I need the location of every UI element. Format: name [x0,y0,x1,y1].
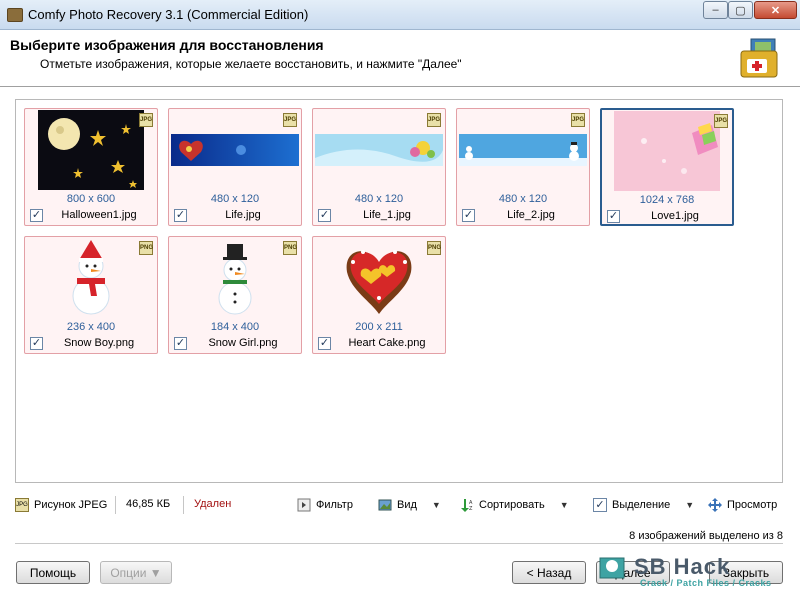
image-dimensions: 236 x 400 [66,321,116,333]
image-dimensions: 1024 x 768 [639,194,695,206]
sort-button[interactable]: AZ Сортировать ▼ [460,498,569,512]
selection-button[interactable]: ✓ Выделение ▼ [593,498,694,512]
image-tile[interactable]: PNG 200 x 211 ✓ Heart Cake.png [312,236,446,354]
format-badge-icon: JPG [139,113,153,127]
selection-label: Выделение [612,499,671,511]
svg-text:Z: Z [469,506,473,512]
format-badge-icon: JPG [283,113,297,127]
image-thumbnail[interactable] [602,110,732,192]
maximize-button[interactable]: ▢ [728,1,753,19]
image-gallery[interactable]: JPG 800 x 600 ✓ Halloween1.jpg JPG 480 x 120 ✓… [15,99,783,483]
sort-dropdown-arrow-icon[interactable]: ▼ [560,500,569,510]
image-checkbox[interactable]: ✓ [462,209,475,222]
image-filename: Snow Girl.png [208,337,278,349]
format-badge-icon: JPG [427,113,441,127]
image-tile[interactable]: JPG 800 x 600 ✓ Halloween1.jpg [24,108,158,226]
filter-button[interactable]: Фильтр [297,498,353,512]
image-thumbnail[interactable] [313,109,445,191]
image-thumbnail[interactable] [169,237,301,319]
image-dimensions: 800 x 600 [66,193,116,205]
image-filename: Snow Boy.png [63,337,135,349]
view-label: Вид [397,499,417,511]
image-thumbnail[interactable] [25,109,157,191]
filter-icon [297,498,311,512]
image-checkbox[interactable]: ✓ [607,210,620,223]
image-filename: Life.jpg [225,209,261,221]
image-tile[interactable]: JPG 480 x 120 ✓ Life_1.jpg [312,108,446,226]
image-tile[interactable]: JPG 480 x 120 ✓ Life_2.jpg [456,108,590,226]
image-filename: Life_1.jpg [363,209,411,221]
image-tile[interactable]: PNG 236 x 400 ✓ Snow Boy.png [24,236,158,354]
image-checkbox[interactable]: ✓ [318,209,331,222]
image-thumbnail[interactable] [25,237,157,319]
image-filename: Heart Cake.png [348,337,426,349]
file-state-info: Удален [194,498,231,510]
image-dimensions: 184 x 400 [210,321,260,333]
sort-label: Сортировать [479,499,545,511]
view-dropdown-arrow-icon[interactable]: ▼ [432,500,441,510]
selection-dropdown-arrow-icon[interactable]: ▼ [685,500,694,510]
format-badge-icon: PNG [139,241,153,255]
image-filename: Life_2.jpg [507,209,555,221]
image-checkbox[interactable]: ✓ [318,337,331,350]
view-button[interactable]: Вид ▼ [378,498,441,512]
image-dimensions: 480 x 120 [210,193,260,205]
watermark-logo-icon [599,557,625,579]
sort-icon: AZ [461,499,473,512]
window-title: Comfy Photo Recovery 3.1 (Commercial Edi… [28,7,309,22]
selected-count: 8 изображений выделено из 8 [629,530,783,542]
file-type-label: Рисунок JPEG [34,499,108,511]
image-thumbnail[interactable] [169,109,301,191]
image-tile[interactable]: PNG 184 x 400 ✓ Snow Girl.png [168,236,302,354]
file-state-value: Удален [194,498,232,510]
watermark-text: SB Hack [634,554,731,579]
image-checkbox[interactable]: ✓ [30,337,43,350]
help-button[interactable]: Помощь [16,561,90,584]
file-type-info: JPG Рисунок JPEG [15,498,107,512]
file-size-value: 46,85 КБ [126,498,171,510]
watermark-subtext: Crack / Patch Files / Cracks [640,578,772,588]
options-button[interactable]: Опции ▼ [100,561,172,584]
app-icon [7,8,23,22]
page-subtitle: Отметьте изображения, которые желаете во… [40,57,462,71]
image-checkbox[interactable]: ✓ [174,337,187,350]
image-tile[interactable]: JPG 480 x 120 ✓ Life.jpg [168,108,302,226]
divider [15,543,783,544]
image-dimensions: 480 x 120 [498,193,548,205]
close-window-button[interactable]: ✕ [754,1,797,19]
format-badge-icon: JPG [571,113,585,127]
preview-button[interactable]: Просмотр [708,498,777,512]
title-bar: Comfy Photo Recovery 3.1 (Commercial Edi… [0,0,800,30]
back-button[interactable]: < Назад [512,561,586,584]
image-filename: Halloween1.jpg [61,209,137,221]
minimize-button[interactable]: – [703,1,728,19]
status-toolbar: JPG Рисунок JPEG 46,85 КБ Удален Фильтр … [15,494,783,516]
page-title: Выберите изображения для восстановления [10,37,324,53]
move-arrows-icon [708,498,722,512]
image-checkbox[interactable]: ✓ [174,209,187,222]
view-icon [378,499,392,511]
first-aid-kit-icon [740,38,778,78]
image-thumbnail[interactable] [313,237,445,319]
image-tile[interactable]: JPG 1024 x 768 ✓ Love1.jpg [600,108,734,226]
format-badge-icon: PNG [283,241,297,255]
image-filename: Love1.jpg [651,210,699,222]
watermark: SB Hack Crack / Patch Files / Cracks [596,552,800,598]
checkbox-icon: ✓ [593,498,607,512]
image-dimensions: 480 x 120 [354,193,404,205]
image-checkbox[interactable]: ✓ [30,209,43,222]
preview-label: Просмотр [727,499,778,511]
file-size-info: 46,85 КБ [126,498,170,510]
wizard-header: Выберите изображения для восстановления … [0,31,800,87]
jpg-file-icon: JPG [15,498,29,512]
format-badge-icon: PNG [427,241,441,255]
format-badge-icon: JPG [714,114,728,128]
image-thumbnail[interactable] [457,109,589,191]
filter-label: Фильтр [316,499,353,511]
image-dimensions: 200 x 211 [355,321,403,333]
